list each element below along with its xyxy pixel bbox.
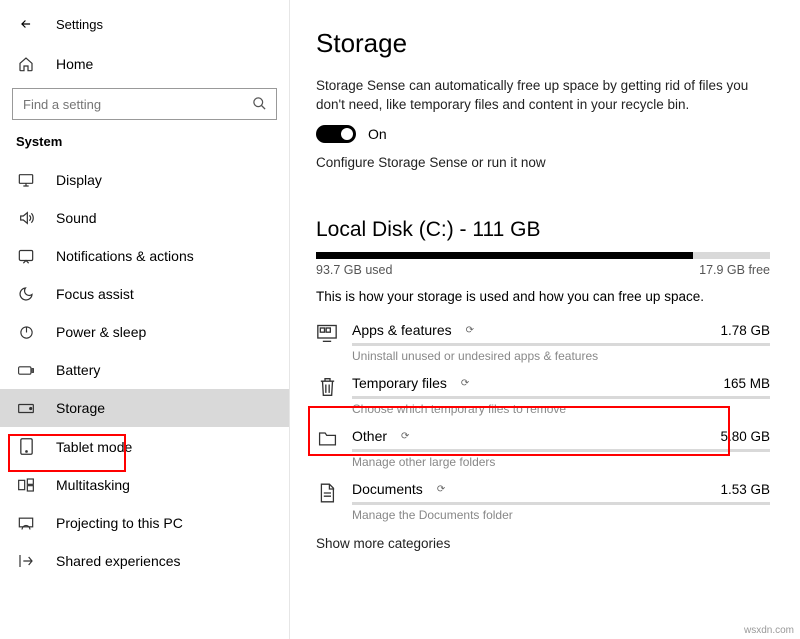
back-icon[interactable] xyxy=(18,16,34,32)
sidebar-item-multitasking[interactable]: Multitasking xyxy=(0,466,289,504)
section-label: System xyxy=(0,134,289,161)
disk-used-label: 93.7 GB used xyxy=(316,263,392,277)
category-subtitle: Uninstall unused or undesired apps & fea… xyxy=(352,349,770,363)
category-bar xyxy=(352,502,770,505)
storage-icon xyxy=(18,403,34,414)
sidebar-item-label: Projecting to this PC xyxy=(56,515,183,531)
document-icon xyxy=(316,483,338,503)
main-content: Storage Storage Sense can automatically … xyxy=(290,0,800,639)
apps-icon xyxy=(316,324,338,342)
category-name: Temporary files xyxy=(352,375,447,391)
sidebar-item-label: Focus assist xyxy=(56,286,134,302)
category-size: 5.80 GB xyxy=(720,429,770,444)
watermark: wsxdn.com xyxy=(744,625,794,636)
loading-spinner-icon: ⟳ xyxy=(437,484,445,495)
storage-sense-toggle-row: On xyxy=(316,125,770,143)
category-subtitle: Manage the Documents folder xyxy=(352,508,770,522)
sidebar-item-label: Battery xyxy=(56,362,100,378)
category-size: 1.78 GB xyxy=(720,323,770,338)
sidebar-item-display[interactable]: Display xyxy=(0,161,289,199)
notifications-icon xyxy=(18,249,34,264)
shared-icon xyxy=(18,553,34,569)
folder-icon xyxy=(316,430,338,447)
category-name: Apps & features xyxy=(352,322,452,338)
usage-description: This is how your storage is used and how… xyxy=(316,289,770,304)
focus-assist-icon xyxy=(18,286,34,302)
nav-list: Display Sound Notifications & actions Fo… xyxy=(0,161,289,580)
page-title: Storage xyxy=(316,28,770,59)
disk-title: Local Disk (C:) - 111 GB xyxy=(316,218,770,242)
storage-sense-description: Storage Sense can automatically free up … xyxy=(316,77,756,115)
storage-sense-toggle[interactable] xyxy=(316,125,356,143)
category-size: 165 MB xyxy=(723,376,770,391)
disk-usage-bar xyxy=(316,252,770,259)
category-subtitle: Choose which temporary files to remove xyxy=(352,402,770,416)
category-temporary-files[interactable]: Temporary files ⟳ 165 MB Choose which tem… xyxy=(316,371,770,424)
sound-icon xyxy=(18,210,34,226)
category-bar xyxy=(352,343,770,346)
category-size: 1.53 GB xyxy=(720,482,770,497)
search-wrap xyxy=(12,88,277,120)
projecting-icon xyxy=(18,516,34,531)
category-documents[interactable]: Documents ⟳ 1.53 GB Manage the Documents … xyxy=(316,477,770,530)
search-icon xyxy=(252,96,267,111)
battery-icon xyxy=(18,365,34,376)
configure-storage-sense-link[interactable]: Configure Storage Sense or run it now xyxy=(316,155,770,170)
display-icon xyxy=(18,173,34,187)
loading-spinner-icon: ⟳ xyxy=(461,378,469,389)
disk-meta: 93.7 GB used 17.9 GB free xyxy=(316,263,770,277)
category-name: Other xyxy=(352,428,387,444)
power-icon xyxy=(18,325,34,340)
sidebar-item-sound[interactable]: Sound xyxy=(0,199,289,237)
sidebar-item-label: Notifications & actions xyxy=(56,248,194,264)
category-subtitle: Manage other large folders xyxy=(352,455,770,469)
category-other[interactable]: Other ⟳ 5.80 GB Manage other large folder… xyxy=(316,424,770,477)
sidebar-item-label: Storage xyxy=(56,400,105,416)
sidebar-item-label: Tablet mode xyxy=(56,439,132,455)
category-bar xyxy=(352,449,770,452)
sidebar-item-battery[interactable]: Battery xyxy=(0,351,289,389)
header-title: Settings xyxy=(56,17,103,32)
multitasking-icon xyxy=(18,478,34,492)
category-apps-features[interactable]: Apps & features ⟳ 1.78 GB Uninstall unuse… xyxy=(316,318,770,371)
sidebar-item-storage[interactable]: Storage xyxy=(0,389,289,427)
disk-free-label: 17.9 GB free xyxy=(699,263,770,277)
sidebar-item-shared-experiences[interactable]: Shared experiences xyxy=(0,542,289,580)
sidebar-item-label: Shared experiences xyxy=(56,553,181,569)
category-name: Documents xyxy=(352,481,423,497)
loading-spinner-icon: ⟳ xyxy=(466,325,474,336)
loading-spinner-icon: ⟳ xyxy=(401,431,409,442)
sidebar-item-label: Multitasking xyxy=(56,477,130,493)
sidebar-item-focus-assist[interactable]: Focus assist xyxy=(0,275,289,313)
sidebar-item-notifications[interactable]: Notifications & actions xyxy=(0,237,289,275)
sidebar-item-label: Display xyxy=(56,172,102,188)
sidebar-item-label: Sound xyxy=(56,210,96,226)
sidebar: Settings Home System Display xyxy=(0,0,290,639)
tablet-icon xyxy=(18,438,34,455)
sidebar-item-tablet-mode[interactable]: Tablet mode xyxy=(0,427,289,466)
sidebar-item-power-sleep[interactable]: Power & sleep xyxy=(0,313,289,351)
home-icon xyxy=(18,56,34,72)
sidebar-item-projecting[interactable]: Projecting to this PC xyxy=(0,504,289,542)
show-more-link[interactable]: Show more categories xyxy=(316,536,770,551)
search-input[interactable] xyxy=(12,88,277,120)
trash-icon xyxy=(316,377,338,397)
sidebar-item-label: Power & sleep xyxy=(56,324,146,340)
category-bar xyxy=(352,396,770,399)
home-label: Home xyxy=(56,56,93,72)
home-button[interactable]: Home xyxy=(0,46,289,82)
toggle-label: On xyxy=(368,126,387,142)
